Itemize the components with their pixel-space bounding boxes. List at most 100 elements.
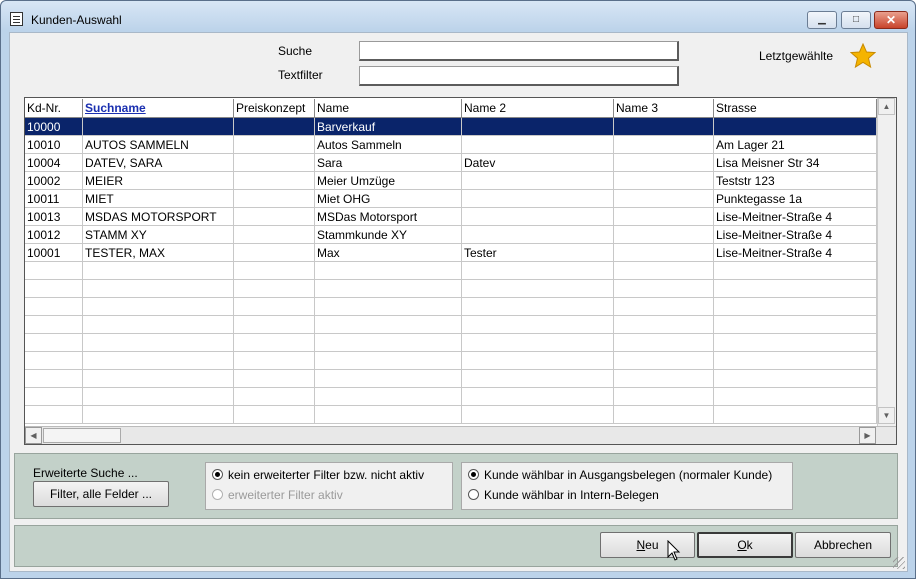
table-cell: Lise-Meitner-Straße 4	[714, 244, 877, 262]
table-cell: Lisa Meisner Str 34	[714, 154, 877, 172]
table-cell	[234, 280, 315, 298]
table-cell	[25, 280, 83, 298]
customer-scope-group: Kunde wählbar in Ausgangsbelegen (normal…	[461, 462, 793, 510]
table-cell: DATEV, SARA	[83, 154, 234, 172]
table-cell	[315, 262, 462, 280]
empty-row	[25, 388, 877, 406]
column-header[interactable]: Preiskonzept	[234, 99, 315, 117]
table-cell	[25, 334, 83, 352]
table-cell	[462, 172, 614, 190]
table-cell: Meier Umzüge	[315, 172, 462, 190]
column-header[interactable]: Strasse	[714, 99, 877, 117]
table-cell	[83, 334, 234, 352]
search-label: Suche	[278, 44, 313, 58]
empty-row	[25, 262, 877, 280]
table-cell	[614, 172, 714, 190]
no-extended-filter-radio[interactable]: kein erweiterter Filter bzw. nicht aktiv	[212, 467, 424, 483]
table-cell: Am Lager 21	[714, 136, 877, 154]
table-row[interactable]: 10004 DATEV, SARA Sara Datev Lisa Meisner St…	[25, 154, 877, 172]
cancel-button[interactable]: Abbrechen	[795, 532, 891, 558]
scroll-right-icon[interactable]: ▶	[859, 427, 876, 444]
table-cell	[614, 370, 714, 388]
table-cell	[83, 298, 234, 316]
table-cell	[83, 118, 234, 136]
table-cell	[315, 334, 462, 352]
ok-button[interactable]: Ok	[697, 532, 793, 558]
extended-filter-active-radio: erweiterter Filter aktiv	[212, 487, 343, 503]
empty-row	[25, 406, 877, 424]
table-cell	[614, 244, 714, 262]
empty-row	[25, 280, 877, 298]
table-cell	[462, 406, 614, 424]
table-cell	[714, 352, 877, 370]
table-cell: MIET	[83, 190, 234, 208]
customer-outgoing-radio[interactable]: Kunde wählbar in Ausgangsbelegen (normal…	[468, 467, 772, 483]
table-cell	[714, 316, 877, 334]
textfilter-input[interactable]	[359, 66, 679, 86]
filter-options-group: kein erweiterter Filter bzw. nicht aktiv…	[205, 462, 453, 510]
minimize-button[interactable]: ▁	[807, 11, 837, 29]
table-row[interactable]: 10000 Barverkauf	[25, 118, 877, 136]
table-cell	[234, 316, 315, 334]
table-cell	[614, 406, 714, 424]
table-cell	[462, 298, 614, 316]
table-cell	[315, 406, 462, 424]
empty-row	[25, 370, 877, 388]
table-cell	[714, 388, 877, 406]
table-cell	[614, 190, 714, 208]
scroll-down-icon[interactable]: ▼	[878, 407, 895, 424]
table-cell	[234, 370, 315, 388]
table-cell: Lise-Meitner-Straße 4	[714, 208, 877, 226]
column-header[interactable]: Kd-Nr.	[25, 99, 83, 117]
table-cell	[234, 154, 315, 172]
table-cell	[614, 262, 714, 280]
radio-checked-icon[interactable]	[212, 469, 223, 480]
table-cell	[315, 370, 462, 388]
column-header[interactable]: Name 2	[462, 99, 614, 117]
table-cell: Teststr 123	[714, 172, 877, 190]
table-cell	[315, 280, 462, 298]
table-row[interactable]: 10013 MSDAS MOTORSPORT MSDas Motorsport Lis…	[25, 208, 877, 226]
table-cell	[234, 190, 315, 208]
table-row[interactable]: 10001 TESTER, MAX Max Tester Lise-Meitner-St…	[25, 244, 877, 262]
empty-row	[25, 298, 877, 316]
table-cell: Miet OHG	[315, 190, 462, 208]
table-cell: Lise-Meitner-Straße 4	[714, 226, 877, 244]
column-header[interactable]: Name	[315, 99, 462, 117]
maximize-button[interactable]: □	[841, 11, 871, 29]
radio-checked-icon[interactable]	[468, 469, 479, 480]
table-row[interactable]: 10012 STAMM XY Stammkunde XY Lise-Meitner-S…	[25, 226, 877, 244]
radio-unchecked-icon[interactable]	[468, 489, 479, 500]
table-row[interactable]: 10011 MIET Miet OHG Punktegasse 1a	[25, 190, 877, 208]
table-cell	[714, 118, 877, 136]
horizontal-scrollbar[interactable]: ◀ ▶	[25, 426, 896, 444]
table-cell	[462, 136, 614, 154]
close-button[interactable]: ✕	[874, 11, 908, 29]
column-header[interactable]: Suchname	[83, 99, 234, 117]
table-cell: Datev	[462, 154, 614, 172]
customer-internal-radio[interactable]: Kunde wählbar in Intern-Belegen	[468, 487, 659, 503]
table-cell	[614, 388, 714, 406]
search-input[interactable]	[359, 41, 679, 61]
radio-unchecked-icon	[212, 489, 223, 500]
horizontal-scroll-thumb[interactable]	[43, 428, 121, 443]
recent-label: Letztgewählte	[759, 49, 834, 63]
table-cell	[83, 370, 234, 388]
star-icon[interactable]	[850, 43, 876, 69]
scroll-up-icon[interactable]: ▲	[878, 98, 895, 115]
grid-header: Kd-Nr. Suchname Preiskonzept Name Name 2 Name…	[25, 98, 877, 118]
table-cell	[462, 316, 614, 334]
table-row[interactable]: 10002 MEIER Meier Umzüge Teststr 123	[25, 172, 877, 190]
table-cell	[714, 406, 877, 424]
scroll-left-icon[interactable]: ◀	[25, 427, 42, 444]
table-cell	[462, 388, 614, 406]
resize-grip-icon[interactable]	[893, 557, 905, 569]
table-cell	[462, 370, 614, 388]
filter-all-fields-button[interactable]: Filter, alle Felder ...	[33, 481, 169, 507]
table-cell	[714, 262, 877, 280]
table-cell: MSDAS MOTORSPORT	[83, 208, 234, 226]
table-row[interactable]: 10010 AUTOS SAMMELN Autos Sammeln Am Lager …	[25, 136, 877, 154]
vertical-scrollbar[interactable]: ▲ ▼	[877, 98, 896, 426]
column-header[interactable]: Name 3	[614, 99, 714, 117]
title-bar[interactable]: Kunden-Auswahl ▁ □ ✕	[1, 1, 915, 31]
